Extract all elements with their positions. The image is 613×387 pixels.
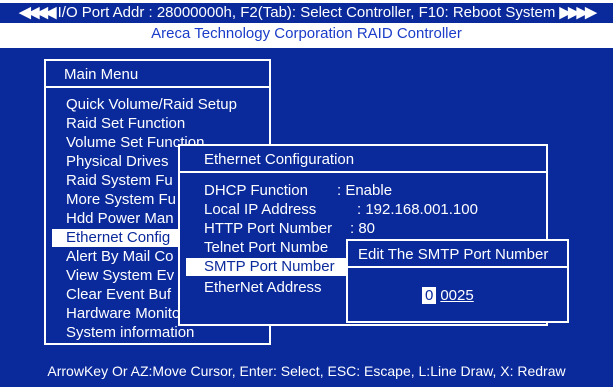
ethernet-address-label: EtherNet Address xyxy=(204,279,322,296)
menu-item-raid-system[interactable]: Raid System Fu xyxy=(66,172,173,190)
help-bar: ArrowKey Or AZ:Move Cursor, Enter: Selec… xyxy=(0,359,613,387)
scroll-right-icon[interactable]: ▶▶▶▶ xyxy=(560,4,597,21)
main-menu-title: Main Menu xyxy=(46,61,269,88)
ethernet-address-row[interactable]: EtherNet Address xyxy=(204,279,322,297)
menu-item-view-events[interactable]: View System Ev xyxy=(66,267,174,285)
local-ip-label: Local IP Address xyxy=(204,201,317,218)
scroll-left-icon[interactable]: ◀◀◀◀ xyxy=(19,4,56,21)
status-bar: ◀◀◀◀ I/O Port Addr : 28000000h, F2(Tab):… xyxy=(0,3,613,23)
menu-item-raid-set[interactable]: Raid Set Function xyxy=(66,115,185,133)
menu-item-system-info[interactable]: System information xyxy=(66,324,194,342)
menu-item-hardware-monitor[interactable]: Hardware Monito xyxy=(66,305,180,323)
telnet-port-row[interactable]: Telnet Port Numbe xyxy=(204,239,328,257)
smtp-port-input[interactable]: 0 0025 xyxy=(422,286,474,306)
menu-item-hdd-power[interactable]: Hdd Power Man xyxy=(66,210,174,228)
dhcp-label: DHCP Function xyxy=(204,182,308,199)
menu-item-quick-volume[interactable]: Quick Volume/Raid Setup xyxy=(66,96,237,114)
smtp-port-value: 0025 xyxy=(440,287,474,304)
ethernet-config-title: Ethernet Configuration xyxy=(180,146,546,173)
menu-item-physical-drives[interactable]: Physical Drives xyxy=(66,153,169,171)
menu-item-alert-mail[interactable]: Alert By Mail Co xyxy=(66,248,174,266)
menu-item-more-system[interactable]: More System Fu xyxy=(66,191,176,209)
smtp-dialog-title: Edit The SMTP Port Number xyxy=(348,241,567,268)
local-ip-row[interactable]: Local IP Address : 192.168.001.100 xyxy=(204,201,478,219)
local-ip-value: : 192.168.001.100 xyxy=(357,201,478,218)
menu-item-clear-events[interactable]: Clear Event Buf xyxy=(66,286,171,304)
header-area: ◀◀◀◀ I/O Port Addr : 28000000h, F2(Tab):… xyxy=(0,0,613,48)
http-port-label: HTTP Port Number xyxy=(204,220,333,237)
controller-title: Areca Technology Corporation RAID Contro… xyxy=(151,25,462,42)
http-port-value: : 80 xyxy=(350,220,376,237)
edit-cursor-digit[interactable]: 0 xyxy=(422,287,437,304)
smtp-edit-dialog: Edit The SMTP Port Number 0 0025 xyxy=(346,239,569,323)
http-port-row[interactable]: HTTP Port Number : 80 xyxy=(204,220,375,238)
smtp-port-label: SMTP Port Number xyxy=(204,258,335,275)
telnet-port-label: Telnet Port Numbe xyxy=(204,239,329,256)
dhcp-value: : Enable xyxy=(337,182,393,199)
dhcp-function-row[interactable]: DHCP Function : Enable xyxy=(204,182,392,200)
status-text: I/O Port Addr : 28000000h, F2(Tab): Sele… xyxy=(57,4,556,21)
